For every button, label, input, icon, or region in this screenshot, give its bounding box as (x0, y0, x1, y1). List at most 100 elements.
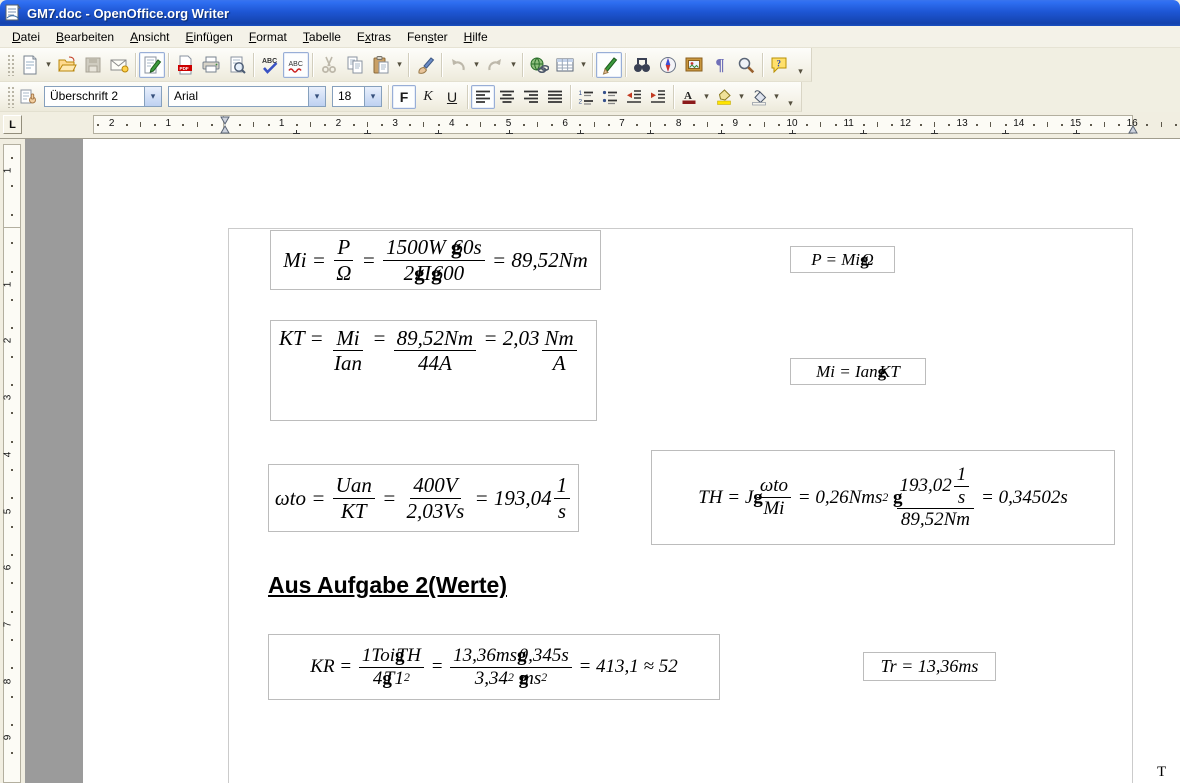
formula-object-mi2[interactable]: Mi = IangKT (790, 358, 926, 385)
print-icon (201, 55, 221, 75)
formula-object-kt[interactable]: KT = MiIan = 89,52Nm44A = 2,03NmA (270, 320, 597, 421)
find-replace-button[interactable] (629, 52, 655, 78)
paragraph-style-combo[interactable]: Überschrift 2 (44, 86, 162, 107)
menu-datei[interactable]: Datei (4, 27, 48, 47)
background-color-button[interactable] (747, 85, 771, 109)
menu-hilfe[interactable]: Hilfe (456, 27, 496, 47)
menu-format[interactable]: Format (241, 27, 295, 47)
copy-button[interactable] (342, 52, 368, 78)
decrease-indent-button[interactable] (622, 85, 646, 109)
font-color-button[interactable]: A (677, 85, 701, 109)
toolbar-separator (673, 85, 674, 109)
default-tabstop-mark (506, 129, 513, 134)
background-color-dropdown[interactable] (771, 85, 782, 109)
email-button[interactable] (106, 52, 132, 78)
formula-object-th[interactable]: TH = JgωtoMi = 0,26Nms2 g193,021s89,52Nm… (651, 450, 1115, 545)
highlighting-dropdown[interactable] (736, 85, 747, 109)
numbered-list-button[interactable]: 12 (574, 85, 598, 109)
formatting-toolbar: Überschrift 2 Arial 18 F K U 12 A (0, 82, 802, 112)
menu-ansicht[interactable]: Ansicht (122, 27, 177, 47)
bullet-list-button[interactable] (598, 85, 622, 109)
justify-button[interactable] (543, 85, 567, 109)
highlighting-button[interactable] (712, 85, 736, 109)
hyperlink-button[interactable] (526, 52, 552, 78)
numbered-list-icon: 12 (577, 88, 595, 106)
new-document-dropdown[interactable] (43, 53, 54, 77)
paste-button[interactable] (368, 52, 394, 78)
combo-dropdown-icon[interactable] (364, 87, 381, 106)
page[interactable]: Mi = PΩ = 1500W g60s2gΠg600 = 89,52Nm P … (83, 139, 1180, 783)
align-right-button[interactable] (519, 85, 543, 109)
save-button[interactable] (80, 52, 106, 78)
format-paintbrush-button[interactable] (412, 52, 438, 78)
ruler-tab-selector[interactable] (3, 115, 22, 134)
bold-button[interactable]: F (392, 85, 416, 109)
ruler-number: 2 (109, 118, 115, 129)
redo-button[interactable] (482, 52, 508, 78)
toolbar-overflow-button[interactable] (784, 85, 797, 109)
font-name-combo[interactable]: Arial (168, 86, 326, 107)
menu-einfügen[interactable]: Einfügen (177, 27, 240, 47)
open-button[interactable] (54, 52, 80, 78)
svg-text:?: ? (777, 58, 782, 68)
align-left-button[interactable] (471, 85, 495, 109)
formatting-marks-button[interactable]: ¶ (707, 52, 733, 78)
default-tabstop-mark (577, 129, 584, 134)
combo-dropdown-icon[interactable] (144, 87, 161, 106)
ruler-number: 1 (2, 168, 13, 174)
toolbar-drag-handle[interactable] (7, 54, 14, 76)
spellcheck-button[interactable]: ABC (257, 52, 283, 78)
horizontal-ruler: 1212345678910111213141516 (0, 112, 1180, 139)
edit-mode-button[interactable] (139, 52, 165, 78)
underline-button[interactable]: U (440, 85, 464, 109)
ruler-number: 4 (449, 118, 455, 129)
document-heading[interactable]: Aus Aufgabe 2(Werte) (268, 572, 507, 599)
font-color-dropdown[interactable] (701, 85, 712, 109)
export-pdf-icon: PDF (175, 55, 195, 75)
formula-object-kr[interactable]: KR = 1ToigTH4gT12 = 13,36msg0,345s3,342 … (268, 634, 720, 700)
menu-fenster[interactable]: Fenster (399, 27, 456, 47)
ruler-v-text-zone (3, 228, 21, 783)
formula-object-omega[interactable]: ωto = UanKT = 400V2,03Vs = 193,041s (268, 464, 579, 532)
redo-dropdown[interactable] (508, 53, 519, 77)
default-tabstop-mark (647, 129, 654, 134)
edit-mode-icon (142, 55, 162, 75)
table-button[interactable] (552, 52, 578, 78)
font-size-combo[interactable]: 18 (332, 86, 382, 107)
navigator-button[interactable] (655, 52, 681, 78)
increase-indent-button[interactable] (646, 85, 670, 109)
toolbar-drag-handle[interactable] (7, 86, 14, 108)
autospellcheck-button[interactable]: ABC (283, 52, 309, 78)
page-preview-button[interactable] (224, 52, 250, 78)
title-bar: GM7.doc - OpenOffice.org Writer (0, 0, 1180, 26)
menu-extras[interactable]: Extras (349, 27, 399, 47)
table-dropdown[interactable] (578, 53, 589, 77)
undo-dropdown[interactable] (471, 53, 482, 77)
italic-button[interactable]: K (416, 85, 440, 109)
draw-functions-button[interactable] (596, 52, 622, 78)
styles-button[interactable] (17, 85, 41, 109)
font-size-value: 18 (333, 87, 364, 106)
menu-tabelle[interactable]: Tabelle (295, 27, 349, 47)
menu-bar: DateiBearbeitenAnsichtEinfügenFormatTabe… (0, 26, 1180, 48)
toolbar-overflow-button[interactable] (794, 53, 807, 77)
increase-indent-icon (649, 88, 667, 106)
align-center-button[interactable] (495, 85, 519, 109)
new-document-button[interactable] (17, 52, 43, 78)
zoom-button[interactable] (733, 52, 759, 78)
svg-text:2: 2 (579, 98, 583, 105)
combo-dropdown-icon[interactable] (308, 87, 325, 106)
undo-button[interactable] (445, 52, 471, 78)
cut-button[interactable] (316, 52, 342, 78)
indent-marker[interactable] (220, 116, 230, 134)
export-pdf-button[interactable]: PDF (172, 52, 198, 78)
print-button[interactable] (198, 52, 224, 78)
gallery-button[interactable] (681, 52, 707, 78)
ruler-number: 6 (562, 118, 568, 129)
formula-object-p[interactable]: P = MigΩ (790, 246, 895, 273)
paste-dropdown[interactable] (394, 53, 405, 77)
formula-object-tr[interactable]: Tr = 13,36ms (863, 652, 996, 681)
help-button[interactable]: ? (766, 52, 792, 78)
menu-bearbeiten[interactable]: Bearbeiten (48, 27, 122, 47)
formula-object-mi[interactable]: Mi = PΩ = 1500W g60s2gΠg600 = 89,52Nm (270, 230, 601, 290)
